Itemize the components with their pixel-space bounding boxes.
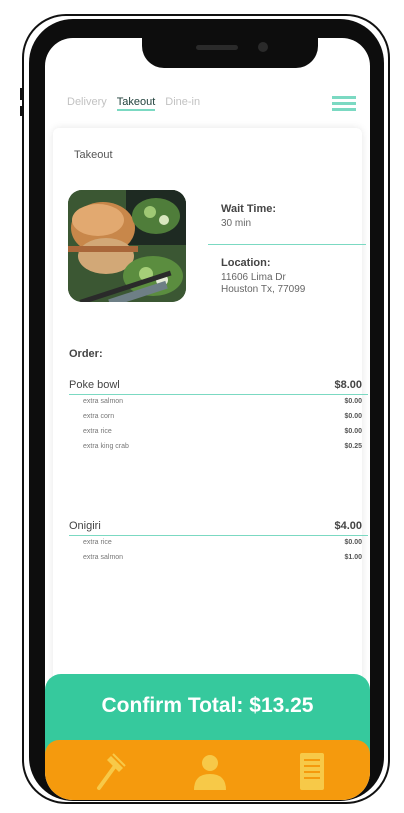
location-label: Location: xyxy=(221,257,271,269)
location-line: Houston Tx, 77099 xyxy=(221,284,306,295)
receipt-icon[interactable] xyxy=(292,750,332,792)
location-line: 11606 Lima Dr xyxy=(221,272,286,283)
user-icon[interactable] xyxy=(190,750,230,792)
order-extra: extra corn $0.00 xyxy=(83,413,362,420)
item-divider xyxy=(69,394,368,395)
phone-side-button xyxy=(20,106,24,116)
app-screen: Delivery Takeout Dine-in Takeout Wait Ti… xyxy=(45,38,370,800)
order-item-price: $4.00 xyxy=(334,520,362,532)
divider xyxy=(208,244,366,245)
order-item[interactable]: Poke bowl $8.00 xyxy=(69,379,362,393)
section-title: Takeout xyxy=(74,149,113,161)
camera-dot xyxy=(258,42,268,52)
order-extra: extra king crab $0.25 xyxy=(83,443,362,450)
item-divider xyxy=(69,535,368,536)
order-item[interactable]: Onigiri $4.00 xyxy=(69,520,362,534)
order-extra: extra salmon $1.00 xyxy=(83,554,362,561)
order-item-price: $8.00 xyxy=(334,379,362,391)
phone-notch xyxy=(142,30,318,68)
order-item-name: Poke bowl xyxy=(69,379,120,391)
order-item-name: Onigiri xyxy=(69,520,101,532)
tab-delivery[interactable]: Delivery xyxy=(67,96,107,111)
food-photo xyxy=(68,190,186,302)
bottom-nav xyxy=(45,740,370,800)
order-extra: extra rice $0.00 xyxy=(83,428,362,435)
order-extra: extra rice $0.00 xyxy=(83,539,362,546)
order-label: Order: xyxy=(69,348,103,360)
speaker-grille xyxy=(196,45,238,50)
phone-side-button xyxy=(20,88,24,100)
tab-dine-in[interactable]: Dine-in xyxy=(165,96,200,111)
order-card: Takeout Wait Time: 30 min Location: 1160… xyxy=(53,128,368,688)
wait-time-value: 30 min xyxy=(221,218,252,229)
utensil-icon[interactable] xyxy=(91,750,131,792)
order-extra: extra salmon $0.00 xyxy=(83,398,362,405)
wait-time-label: Wait Time: xyxy=(221,203,277,215)
hamburger-menu-icon[interactable] xyxy=(332,96,356,112)
tab-takeout[interactable]: Takeout xyxy=(116,96,156,111)
order-type-tabs: Delivery Takeout Dine-in xyxy=(67,96,200,111)
